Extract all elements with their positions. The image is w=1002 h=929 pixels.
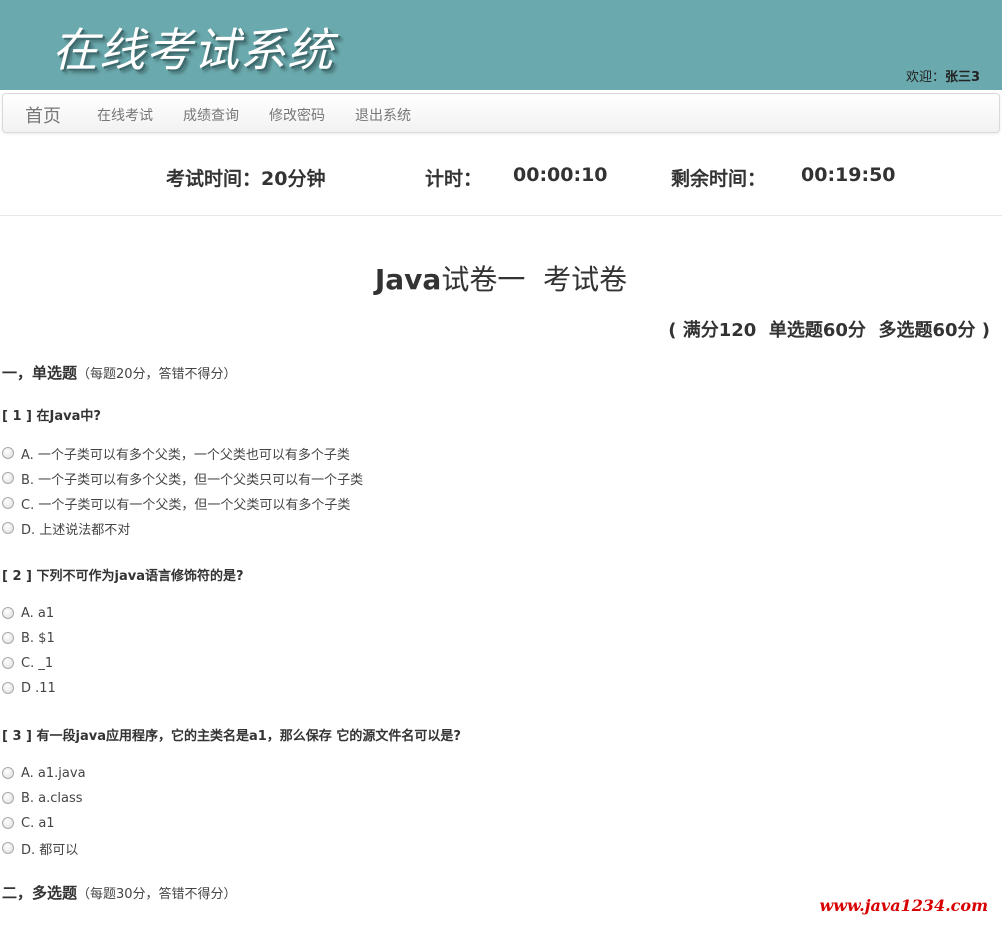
radio-button[interactable] <box>2 632 14 644</box>
username: 张三3 <box>944 70 980 85</box>
option-label: B. $1 <box>21 630 55 646</box>
q3-option-d[interactable]: D. 都可以 <box>2 839 79 858</box>
q1-option-a[interactable]: A. 一个子类可以有多个父类，一个父类也可以有多个子类 <box>2 444 350 463</box>
section-title: 一，单选题 <box>2 364 78 382</box>
question-3: [ 3 ] 有一段java应用程序，它的主类名是a1，那么保存 它的源文件名可以… <box>2 729 461 744</box>
option-label: D .11 <box>21 680 56 696</box>
option-label: C. _1 <box>21 655 54 671</box>
paper-title-latin: Java <box>374 263 442 296</box>
option-label: A. a1.java <box>21 765 86 781</box>
nav-score-query[interactable]: 成绩查询 <box>183 105 239 125</box>
timer-bar: 考试时间：20分钟 计时： 00:00:10 剩余时间： 00:19:50 <box>0 134 1002 216</box>
option-label: C. a1 <box>21 815 55 831</box>
section-multi-choice: 二，多选题（每题30分，答错不得分） <box>2 882 237 903</box>
header-banner: 在线考试系统 欢迎：张三3 <box>0 0 1002 90</box>
section-note: （每题30分，答错不得分） <box>77 887 237 902</box>
radio-button[interactable] <box>2 447 14 459</box>
radio-button[interactable] <box>2 792 14 804</box>
radio-button[interactable] <box>2 522 14 534</box>
radio-button[interactable] <box>2 842 14 854</box>
nav-change-password[interactable]: 修改密码 <box>269 105 325 125</box>
elapsed-label: 计时： <box>425 168 483 190</box>
q2-option-c[interactable]: C. _1 <box>2 654 53 672</box>
radio-button[interactable] <box>2 472 14 484</box>
remaining-value: 00:19:50 <box>801 164 896 186</box>
nav-logout[interactable]: 退出系统 <box>355 105 411 125</box>
option-label: B. a.class <box>21 790 83 806</box>
radio-button[interactable] <box>2 607 14 619</box>
elapsed-value: 00:00:10 <box>513 164 608 186</box>
paper-title: Java试卷一 考试卷 <box>0 258 1002 298</box>
q3-option-a[interactable]: A. a1.java <box>2 764 86 782</box>
q1-option-d[interactable]: D. 上述说法都不对 <box>2 519 131 538</box>
exam-duration: 考试时间：20分钟 <box>166 168 326 190</box>
score-info: ( 满分120 单选题60分 多选题60分 ) <box>668 320 990 341</box>
nav-home-brand[interactable]: 首页 <box>25 102 61 128</box>
option-label: C. 一个子类可以有一个父类，但一个父类可以有多个子类 <box>21 497 351 513</box>
q3-option-b[interactable]: B. a.class <box>2 789 83 807</box>
question-2: [ 2 ] 下列不可作为java语言修饰符的是? <box>2 569 244 584</box>
radio-button[interactable] <box>2 817 14 829</box>
q1-option-c[interactable]: C. 一个子类可以有一个父类，但一个父类可以有多个子类 <box>2 494 351 513</box>
radio-button[interactable] <box>2 767 14 779</box>
paper-title-rest: 试卷一 考试卷 <box>441 263 628 296</box>
q2-option-d[interactable]: D .11 <box>2 679 56 697</box>
option-label: A. a1 <box>21 605 55 621</box>
site-title: 在线考试系统 <box>52 23 334 77</box>
option-label: A. 一个子类可以有多个父类，一个父类也可以有多个子类 <box>21 447 350 463</box>
option-label: D. 都可以 <box>21 842 79 858</box>
option-label: B. 一个子类可以有多个父类，但一个父类只可以有一个子类 <box>21 472 364 488</box>
radio-button[interactable] <box>2 497 14 509</box>
q3-option-c[interactable]: C. a1 <box>2 814 55 832</box>
section-single-choice: 一，单选题（每题20分，答错不得分） <box>2 362 237 383</box>
section-note: （每题20分，答错不得分） <box>77 367 237 382</box>
section-title: 二，多选题 <box>2 884 78 902</box>
q2-option-a[interactable]: A. a1 <box>2 604 54 622</box>
nav-online-exam[interactable]: 在线考试 <box>97 105 153 125</box>
q1-option-b[interactable]: B. 一个子类可以有多个父类，但一个父类只可以有一个子类 <box>2 469 364 488</box>
watermark-text: www.java1234.com <box>819 896 988 915</box>
navbar: 首页 在线考试 成绩查询 修改密码 退出系统 <box>2 93 1000 133</box>
remaining-label: 剩余时间： <box>671 168 767 190</box>
radio-button[interactable] <box>2 682 14 694</box>
radio-button[interactable] <box>2 657 14 669</box>
q2-option-b[interactable]: B. $1 <box>2 629 55 647</box>
welcome-text: 欢迎：张三3 <box>906 66 980 85</box>
option-label: D. 上述说法都不对 <box>21 522 131 538</box>
welcome-label: 欢迎： <box>905 70 945 85</box>
question-1: [ 1 ] 在Java中? <box>2 409 101 424</box>
